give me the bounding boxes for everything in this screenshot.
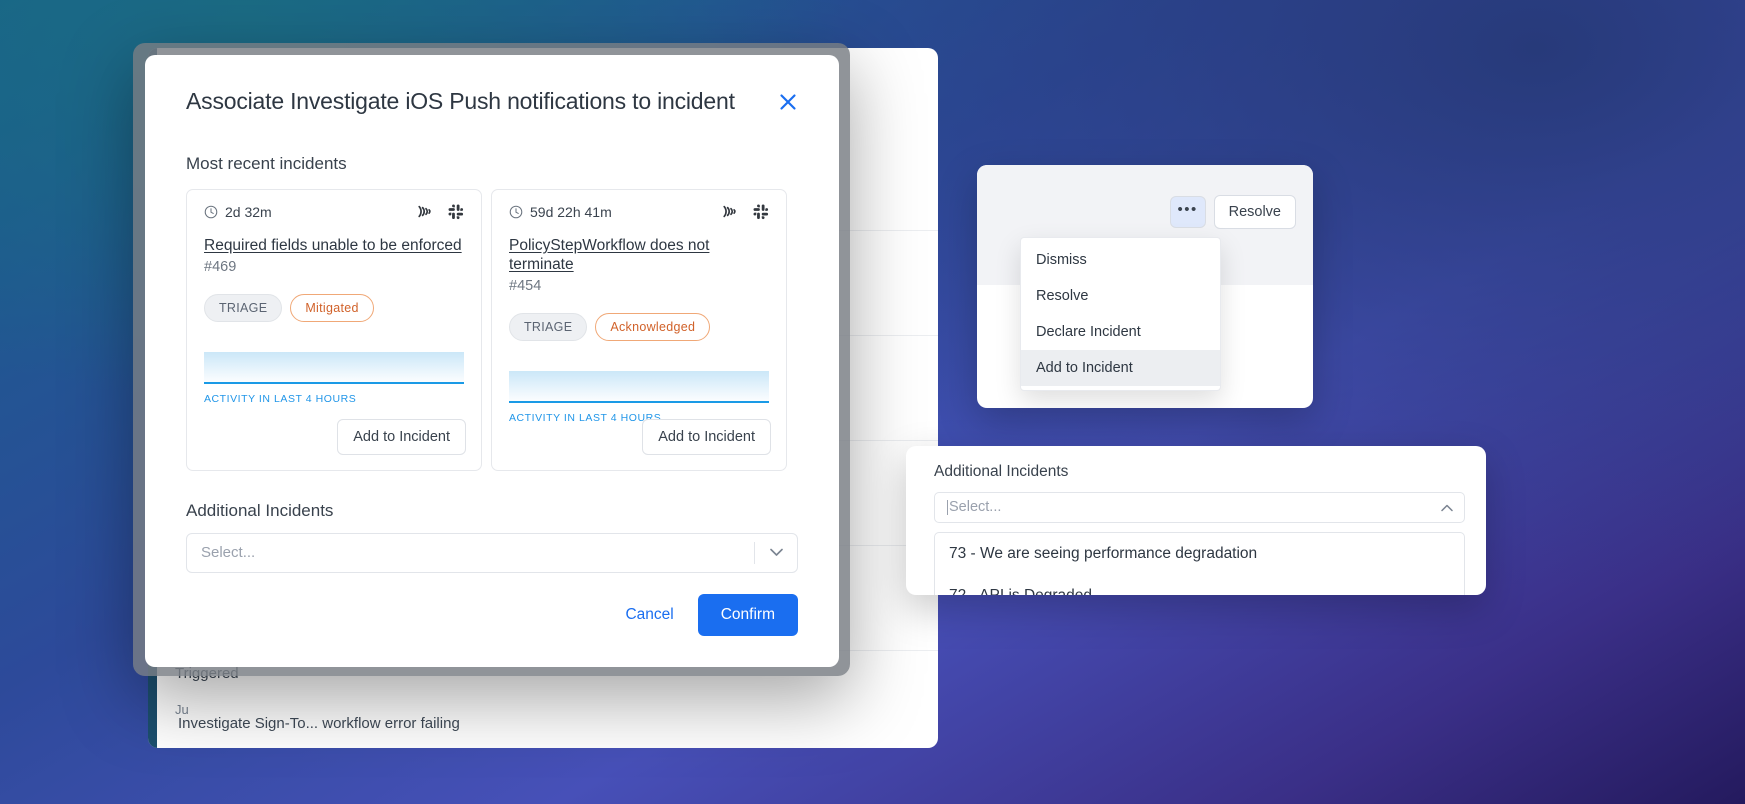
menu-item-resolve[interactable]: Resolve xyxy=(1021,278,1220,314)
incident-card[interactable]: 2d 32m Required fields unable to be enfo… xyxy=(186,188,482,471)
chevron-up-icon[interactable] xyxy=(1430,504,1464,512)
chevron-down-icon[interactable] xyxy=(755,548,797,557)
page-title: Associate Investigate iOS Push notificat… xyxy=(186,88,735,114)
incident-title-link[interactable]: Required fields unable to be enforced xyxy=(204,236,464,255)
incident-card-list: 2d 32m Required fields unable to be enfo… xyxy=(186,188,798,471)
additional-incidents-search-placeholder: Select... xyxy=(947,500,1430,515)
activity-sparkline-area xyxy=(204,351,464,384)
incident-elapsed: 2d 32m xyxy=(204,204,272,220)
list-item[interactable]: 72 - API is Degraded xyxy=(935,575,1464,595)
incident-badges: TRIAGE Acknowledged xyxy=(509,313,769,342)
incident-card[interactable]: 59d 22h 41m PolicyStepWorkflow does not … xyxy=(491,188,787,471)
incident-title-link[interactable]: PolicyStepWorkflow does not terminate xyxy=(509,236,769,275)
incident-number: #454 xyxy=(509,278,542,295)
add-to-incident-button[interactable]: Add to Incident xyxy=(642,418,771,455)
additional-incidents-select[interactable]: Select... xyxy=(186,532,798,573)
additional-incidents-label: Additional Incidents xyxy=(186,500,334,520)
broadcast-icon[interactable] xyxy=(415,204,432,219)
ellipsis-icon[interactable]: ••• xyxy=(1169,196,1206,228)
add-to-incident-button[interactable]: Add to Incident xyxy=(337,418,466,455)
modal-footer: Cancel Confirm xyxy=(611,594,798,636)
dropdown-menu: Dismiss Resolve Declare Incident Add to … xyxy=(1020,237,1221,391)
screen: Detected ⏰ Investigating ⏰ Paused ⏰ Paus… xyxy=(0,0,1745,804)
incident-elapsed-text: 59d 22h 41m xyxy=(530,203,612,220)
clock-icon xyxy=(509,205,523,218)
slack-icon[interactable] xyxy=(753,204,769,220)
activity-sparkline: ACTIVITY IN LAST 4 HOURS xyxy=(509,371,769,424)
broadcast-icon[interactable] xyxy=(720,204,737,219)
incident-elapsed: 59d 22h 41m xyxy=(509,204,612,220)
additional-incidents-panel-label: Additional Incidents xyxy=(934,463,1069,480)
confirm-button[interactable]: Confirm xyxy=(697,594,798,636)
status-badge: Mitigated xyxy=(290,293,374,322)
slack-icon[interactable] xyxy=(448,204,464,220)
menu-item-declare-incident[interactable]: Declare Incident xyxy=(1021,314,1220,350)
activity-sparkline-area xyxy=(509,371,769,404)
incident-badges: TRIAGE Mitigated xyxy=(204,293,464,322)
context-menu-panel: ••• Resolve Dismiss Resolve Declare Inci… xyxy=(977,165,1313,408)
activity-sparkline-label: ACTIVITY IN LAST 4 HOURS xyxy=(204,392,357,405)
resolve-button[interactable]: Resolve xyxy=(1213,195,1296,229)
background-footer-text: Investigate Sign-To... workflow error fa… xyxy=(178,715,460,732)
cancel-button[interactable]: Cancel xyxy=(611,596,687,634)
menu-item-add-to-incident[interactable]: Add to Incident xyxy=(1021,350,1220,386)
close-icon[interactable] xyxy=(773,87,803,117)
additional-incidents-options: 73 - We are seeing performance degradati… xyxy=(934,532,1465,595)
additional-incidents-placeholder: Select... xyxy=(201,544,256,562)
additional-incidents-panel: Additional Incidents Select... 73 - We a… xyxy=(906,446,1486,595)
status-badge: Acknowledged xyxy=(595,313,711,342)
status-badge: TRIAGE xyxy=(204,293,283,322)
additional-incidents-search-input[interactable]: Select... xyxy=(934,492,1465,523)
clock-icon xyxy=(204,205,218,218)
incident-number: #469 xyxy=(204,258,237,275)
incident-elapsed-text: 2d 32m xyxy=(225,203,272,220)
menu-item-dismiss[interactable]: Dismiss xyxy=(1021,242,1220,278)
status-badge: TRIAGE xyxy=(509,313,588,342)
most-recent-incidents-label: Most recent incidents xyxy=(186,153,347,173)
associate-incident-modal: Associate Investigate iOS Push notificat… xyxy=(145,55,839,667)
list-item[interactable]: 73 - We are seeing performance degradati… xyxy=(935,533,1464,575)
activity-sparkline: ACTIVITY IN LAST 4 HOURS xyxy=(204,351,464,405)
